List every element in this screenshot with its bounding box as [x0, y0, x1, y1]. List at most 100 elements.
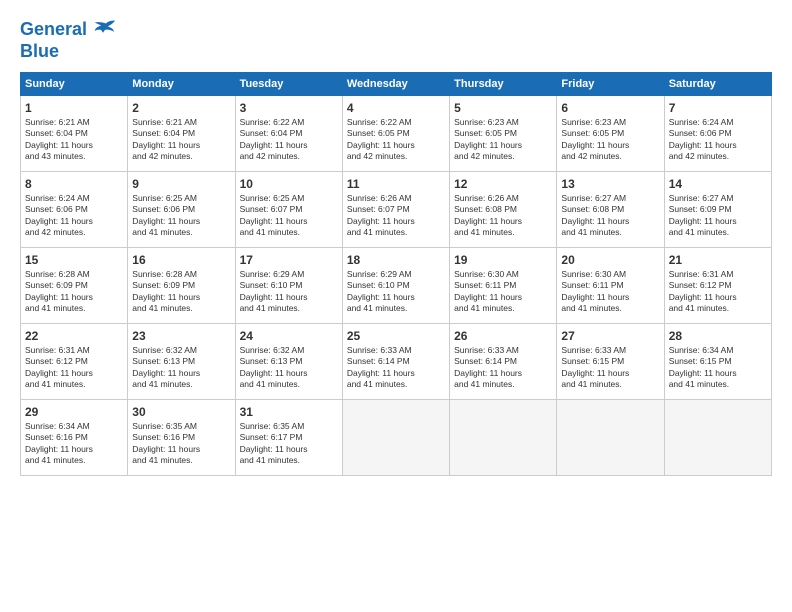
day-number: 9 [132, 176, 230, 192]
day-number: 25 [347, 328, 445, 344]
weekday-wednesday: Wednesday [342, 72, 449, 95]
calendar-cell: 1Sunrise: 6:21 AM Sunset: 6:04 PM Daylig… [21, 95, 128, 171]
day-info: Sunrise: 6:33 AM Sunset: 6:14 PM Dayligh… [454, 345, 552, 391]
calendar-cell: 13Sunrise: 6:27 AM Sunset: 6:08 PM Dayli… [557, 171, 664, 247]
day-number: 26 [454, 328, 552, 344]
day-number: 17 [240, 252, 338, 268]
day-info: Sunrise: 6:29 AM Sunset: 6:10 PM Dayligh… [347, 269, 445, 315]
bird-icon [89, 16, 117, 44]
day-number: 1 [25, 100, 123, 116]
day-info: Sunrise: 6:22 AM Sunset: 6:05 PM Dayligh… [347, 117, 445, 163]
day-info: Sunrise: 6:23 AM Sunset: 6:05 PM Dayligh… [454, 117, 552, 163]
day-number: 22 [25, 328, 123, 344]
calendar-week-5: 29Sunrise: 6:34 AM Sunset: 6:16 PM Dayli… [21, 399, 772, 475]
day-number: 21 [669, 252, 767, 268]
calendar-cell: 15Sunrise: 6:28 AM Sunset: 6:09 PM Dayli… [21, 247, 128, 323]
day-number: 28 [669, 328, 767, 344]
day-info: Sunrise: 6:21 AM Sunset: 6:04 PM Dayligh… [25, 117, 123, 163]
day-number: 2 [132, 100, 230, 116]
calendar-cell: 17Sunrise: 6:29 AM Sunset: 6:10 PM Dayli… [235, 247, 342, 323]
weekday-thursday: Thursday [450, 72, 557, 95]
page: General Blue SundayMondayTuesdayWednesda… [0, 0, 792, 612]
day-number: 10 [240, 176, 338, 192]
calendar-cell: 28Sunrise: 6:34 AM Sunset: 6:15 PM Dayli… [664, 323, 771, 399]
calendar-cell: 30Sunrise: 6:35 AM Sunset: 6:16 PM Dayli… [128, 399, 235, 475]
day-number: 20 [561, 252, 659, 268]
calendar-cell: 7Sunrise: 6:24 AM Sunset: 6:06 PM Daylig… [664, 95, 771, 171]
calendar-cell: 26Sunrise: 6:33 AM Sunset: 6:14 PM Dayli… [450, 323, 557, 399]
day-info: Sunrise: 6:25 AM Sunset: 6:07 PM Dayligh… [240, 193, 338, 239]
day-info: Sunrise: 6:25 AM Sunset: 6:06 PM Dayligh… [132, 193, 230, 239]
calendar-cell: 11Sunrise: 6:26 AM Sunset: 6:07 PM Dayli… [342, 171, 449, 247]
day-info: Sunrise: 6:27 AM Sunset: 6:08 PM Dayligh… [561, 193, 659, 239]
day-number: 4 [347, 100, 445, 116]
day-number: 7 [669, 100, 767, 116]
calendar-table: SundayMondayTuesdayWednesdayThursdayFrid… [20, 72, 772, 476]
day-info: Sunrise: 6:35 AM Sunset: 6:16 PM Dayligh… [132, 421, 230, 467]
calendar-cell [664, 399, 771, 475]
day-info: Sunrise: 6:33 AM Sunset: 6:15 PM Dayligh… [561, 345, 659, 391]
calendar-cell: 6Sunrise: 6:23 AM Sunset: 6:05 PM Daylig… [557, 95, 664, 171]
calendar-week-3: 15Sunrise: 6:28 AM Sunset: 6:09 PM Dayli… [21, 247, 772, 323]
day-number: 31 [240, 404, 338, 420]
day-info: Sunrise: 6:24 AM Sunset: 6:06 PM Dayligh… [25, 193, 123, 239]
weekday-header-row: SundayMondayTuesdayWednesdayThursdayFrid… [21, 72, 772, 95]
day-number: 14 [669, 176, 767, 192]
logo: General Blue [20, 16, 117, 62]
weekday-sunday: Sunday [21, 72, 128, 95]
calendar-cell [342, 399, 449, 475]
day-info: Sunrise: 6:28 AM Sunset: 6:09 PM Dayligh… [25, 269, 123, 315]
logo-blue-text: Blue [20, 42, 117, 62]
day-info: Sunrise: 6:34 AM Sunset: 6:15 PM Dayligh… [669, 345, 767, 391]
day-info: Sunrise: 6:32 AM Sunset: 6:13 PM Dayligh… [240, 345, 338, 391]
calendar-cell: 24Sunrise: 6:32 AM Sunset: 6:13 PM Dayli… [235, 323, 342, 399]
calendar-cell: 27Sunrise: 6:33 AM Sunset: 6:15 PM Dayli… [557, 323, 664, 399]
calendar-cell: 2Sunrise: 6:21 AM Sunset: 6:04 PM Daylig… [128, 95, 235, 171]
calendar-cell: 10Sunrise: 6:25 AM Sunset: 6:07 PM Dayli… [235, 171, 342, 247]
day-info: Sunrise: 6:23 AM Sunset: 6:05 PM Dayligh… [561, 117, 659, 163]
day-info: Sunrise: 6:30 AM Sunset: 6:11 PM Dayligh… [454, 269, 552, 315]
calendar-body: 1Sunrise: 6:21 AM Sunset: 6:04 PM Daylig… [21, 95, 772, 475]
day-info: Sunrise: 6:29 AM Sunset: 6:10 PM Dayligh… [240, 269, 338, 315]
day-info: Sunrise: 6:31 AM Sunset: 6:12 PM Dayligh… [669, 269, 767, 315]
day-number: 5 [454, 100, 552, 116]
day-number: 16 [132, 252, 230, 268]
header: General Blue [20, 16, 772, 62]
day-info: Sunrise: 6:22 AM Sunset: 6:04 PM Dayligh… [240, 117, 338, 163]
calendar-cell: 29Sunrise: 6:34 AM Sunset: 6:16 PM Dayli… [21, 399, 128, 475]
calendar-cell: 9Sunrise: 6:25 AM Sunset: 6:06 PM Daylig… [128, 171, 235, 247]
weekday-saturday: Saturday [664, 72, 771, 95]
calendar-cell: 22Sunrise: 6:31 AM Sunset: 6:12 PM Dayli… [21, 323, 128, 399]
calendar-cell: 14Sunrise: 6:27 AM Sunset: 6:09 PM Dayli… [664, 171, 771, 247]
day-number: 12 [454, 176, 552, 192]
day-info: Sunrise: 6:34 AM Sunset: 6:16 PM Dayligh… [25, 421, 123, 467]
day-number: 24 [240, 328, 338, 344]
day-number: 13 [561, 176, 659, 192]
calendar-week-1: 1Sunrise: 6:21 AM Sunset: 6:04 PM Daylig… [21, 95, 772, 171]
day-info: Sunrise: 6:30 AM Sunset: 6:11 PM Dayligh… [561, 269, 659, 315]
calendar-cell: 5Sunrise: 6:23 AM Sunset: 6:05 PM Daylig… [450, 95, 557, 171]
calendar-cell: 19Sunrise: 6:30 AM Sunset: 6:11 PM Dayli… [450, 247, 557, 323]
day-number: 18 [347, 252, 445, 268]
calendar-cell: 25Sunrise: 6:33 AM Sunset: 6:14 PM Dayli… [342, 323, 449, 399]
logo-text: General [20, 20, 87, 40]
calendar-cell [557, 399, 664, 475]
weekday-tuesday: Tuesday [235, 72, 342, 95]
day-info: Sunrise: 6:26 AM Sunset: 6:08 PM Dayligh… [454, 193, 552, 239]
calendar-cell: 18Sunrise: 6:29 AM Sunset: 6:10 PM Dayli… [342, 247, 449, 323]
calendar-week-2: 8Sunrise: 6:24 AM Sunset: 6:06 PM Daylig… [21, 171, 772, 247]
calendar-cell: 21Sunrise: 6:31 AM Sunset: 6:12 PM Dayli… [664, 247, 771, 323]
day-number: 11 [347, 176, 445, 192]
day-number: 8 [25, 176, 123, 192]
calendar-cell: 23Sunrise: 6:32 AM Sunset: 6:13 PM Dayli… [128, 323, 235, 399]
day-number: 27 [561, 328, 659, 344]
day-info: Sunrise: 6:26 AM Sunset: 6:07 PM Dayligh… [347, 193, 445, 239]
calendar-cell: 12Sunrise: 6:26 AM Sunset: 6:08 PM Dayli… [450, 171, 557, 247]
day-info: Sunrise: 6:33 AM Sunset: 6:14 PM Dayligh… [347, 345, 445, 391]
day-info: Sunrise: 6:27 AM Sunset: 6:09 PM Dayligh… [669, 193, 767, 239]
day-info: Sunrise: 6:32 AM Sunset: 6:13 PM Dayligh… [132, 345, 230, 391]
weekday-monday: Monday [128, 72, 235, 95]
calendar-cell [450, 399, 557, 475]
day-number: 29 [25, 404, 123, 420]
calendar-cell: 20Sunrise: 6:30 AM Sunset: 6:11 PM Dayli… [557, 247, 664, 323]
